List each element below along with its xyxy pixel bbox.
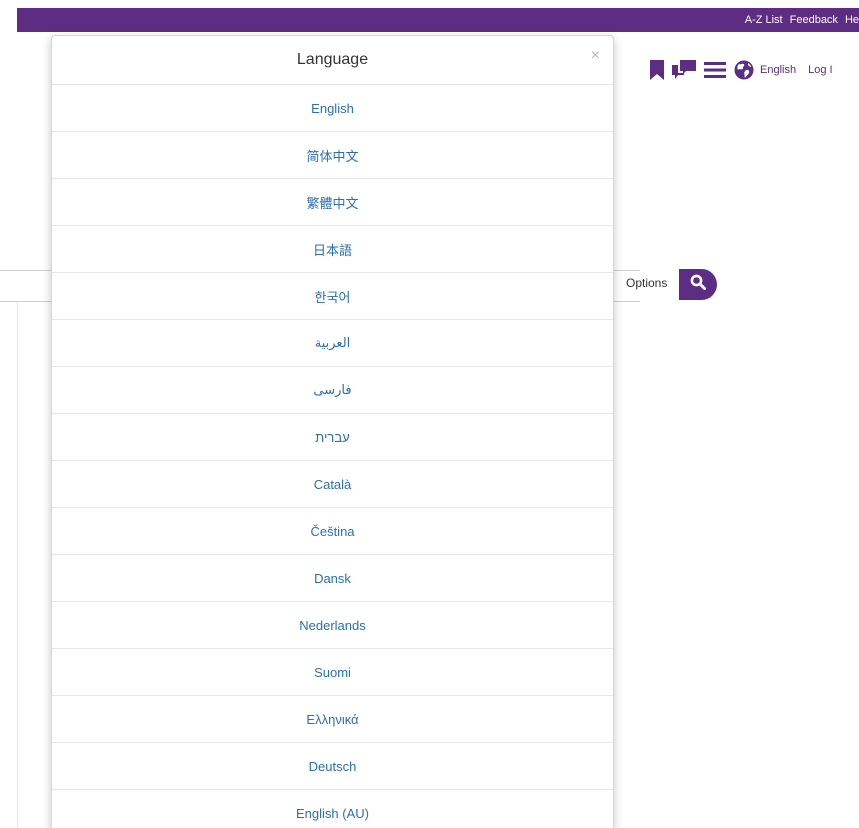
language-option-label[interactable]: فارسی xyxy=(313,382,351,398)
language-option-arabic[interactable]: العربية xyxy=(52,320,613,367)
language-option-english[interactable]: English xyxy=(52,85,613,132)
feedback-link[interactable]: Feedback xyxy=(790,14,838,26)
language-list: English 简体中文 繁體中文 日本語 한국어 العربية فارسی … xyxy=(52,85,613,828)
language-option-label[interactable]: Suomi xyxy=(314,665,351,680)
close-icon[interactable]: × xyxy=(591,48,600,64)
az-list-link[interactable]: A-Z List xyxy=(745,14,783,26)
search-options-link[interactable]: Options xyxy=(626,276,667,290)
language-option-label[interactable]: עברית xyxy=(315,430,349,445)
language-option-label[interactable]: 日本語 xyxy=(313,240,352,259)
language-option-label[interactable]: 한국어 xyxy=(315,287,351,306)
language-option-label[interactable]: Nederlands xyxy=(299,618,366,633)
login-link[interactable]: Log I xyxy=(808,64,832,76)
search-icon xyxy=(690,274,706,295)
modal-header: Language × xyxy=(52,36,613,85)
language-option-czech[interactable]: Čeština xyxy=(52,508,613,555)
language-option-label[interactable]: English (AU) xyxy=(296,806,369,821)
language-selector-link[interactable]: English xyxy=(760,64,796,76)
language-option-dutch[interactable]: Nederlands xyxy=(52,602,613,649)
language-option-japanese[interactable]: 日本語 xyxy=(52,226,613,273)
language-option-label[interactable]: 简体中文 xyxy=(306,146,358,165)
language-option-finnish[interactable]: Suomi xyxy=(52,649,613,696)
language-modal: Language × English 简体中文 繁體中文 日本語 한국어 الع… xyxy=(51,35,614,828)
modal-title: Language xyxy=(296,51,369,68)
language-option-label[interactable]: English xyxy=(311,101,354,116)
language-option-persian[interactable]: فارسی xyxy=(52,367,613,414)
language-option-german[interactable]: Deutsch xyxy=(52,743,613,790)
language-option-catalan[interactable]: Català xyxy=(52,461,613,508)
language-option-english-au[interactable]: English (AU) xyxy=(52,790,613,828)
language-option-simplified-chinese[interactable]: 简体中文 xyxy=(52,132,613,179)
language-option-label[interactable]: Deutsch xyxy=(309,759,357,774)
globe-icon[interactable] xyxy=(734,60,754,80)
language-option-greek[interactable]: Ελληνικά xyxy=(52,696,613,743)
content-divider xyxy=(17,302,18,828)
language-option-korean[interactable]: 한국어 xyxy=(52,273,613,320)
menu-icon[interactable] xyxy=(704,61,726,79)
help-link[interactable]: He xyxy=(845,14,859,26)
language-option-label[interactable]: Čeština xyxy=(310,524,354,539)
language-option-label[interactable]: 繁體中文 xyxy=(306,193,358,212)
language-option-traditional-chinese[interactable]: 繁體中文 xyxy=(52,179,613,226)
bookmark-icon[interactable] xyxy=(650,60,664,80)
chat-icon[interactable] xyxy=(672,60,696,80)
search-button[interactable] xyxy=(679,269,717,300)
language-option-label[interactable]: العربية xyxy=(315,335,351,351)
header-tools: English Log I xyxy=(650,58,833,82)
language-option-danish[interactable]: Dansk xyxy=(52,555,613,602)
language-option-label[interactable]: Dansk xyxy=(314,571,351,586)
language-option-label[interactable]: Ελληνικά xyxy=(306,712,358,727)
language-option-label[interactable]: Català xyxy=(314,477,352,492)
top-utility-links: A-Z List Feedback He xyxy=(738,8,859,32)
language-option-hebrew[interactable]: עברית xyxy=(52,414,613,461)
top-utility-bar: A-Z List Feedback He xyxy=(17,8,859,32)
